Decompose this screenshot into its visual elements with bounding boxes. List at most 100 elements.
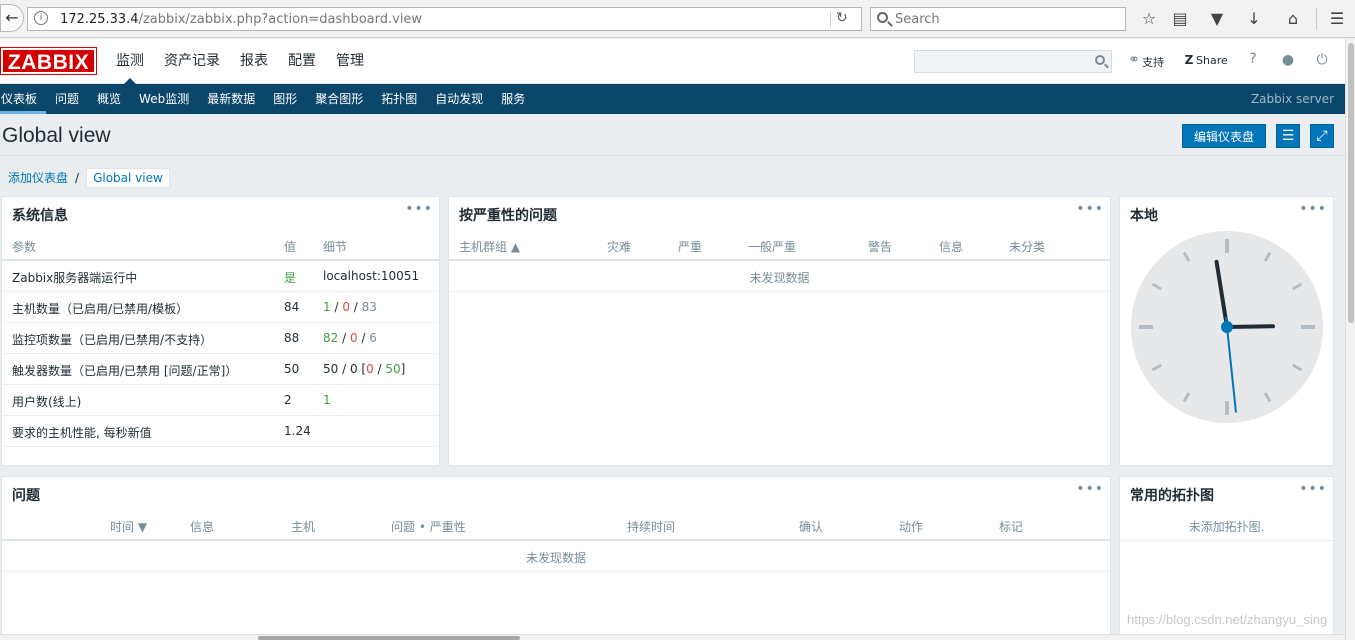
reload-icon[interactable]: ↻ (836, 10, 848, 26)
col-time[interactable]: 时间 ▼ (110, 518, 147, 535)
widget-menu-icon[interactable]: ••• (1299, 481, 1327, 497)
nav-administration[interactable]: 管理 (326, 39, 374, 84)
detail-cell: 1 (323, 393, 331, 407)
widget-menu-icon[interactable]: ••• (1076, 201, 1104, 217)
table-row: Zabbix服务器端运行中 是 localhost:10051 (2, 261, 439, 292)
table-row: 触发器数量（已启用/已禁用 [问题/正常]） 50 50 / 0 [0 / 50… (2, 354, 439, 385)
widget-menu-icon[interactable]: ••• (1299, 201, 1327, 217)
col-value: 值 (284, 240, 297, 254)
table-row: 监控项数量（已启用/已禁用/不支持） 88 82 / 0 / 6 (2, 323, 439, 354)
col-info: 信息 (190, 520, 215, 534)
star-icon[interactable]: ☆ (1138, 8, 1160, 30)
param-cell: 触发器数量（已启用/已禁用 [问题/正常]） (12, 364, 238, 378)
col-information: 信息 (939, 240, 964, 254)
edit-dashboard-button[interactable]: 编辑仪表盘 (1182, 124, 1266, 148)
subnav-maps[interactable]: 拓扑图 (372, 84, 426, 114)
scrollbar-thumb[interactable] (258, 636, 520, 640)
subnav-web[interactable]: Web监测 (130, 84, 198, 114)
param-cell: 监控项数量（已启用/已禁用/不支持） (12, 333, 213, 347)
widget-title: 本地 (1130, 208, 1158, 224)
col-host-group[interactable]: 主机群组 ▲ (459, 238, 520, 255)
col-average: 一般严重 (748, 240, 797, 254)
nav-inventory[interactable]: 资产记录 (154, 39, 230, 84)
nav-monitoring[interactable]: 监测 (106, 39, 154, 84)
subnav-latest-data[interactable]: 最新数据 (198, 84, 264, 114)
support-link[interactable]: 支持 (1142, 54, 1164, 70)
detail-cell: 1 / 0 / 83 (323, 300, 377, 314)
help-icon[interactable]: ? (1244, 51, 1262, 67)
subnav-discovery[interactable]: 自动发现 (426, 84, 492, 114)
reader-icon[interactable]: ▤ (1169, 8, 1191, 30)
col-details: 细节 (323, 240, 348, 254)
subnav-graphs[interactable]: 图形 (264, 84, 306, 114)
no-data-text: 未发现数据 (749, 271, 810, 285)
nav-configuration[interactable]: 配置 (278, 39, 326, 84)
breadcrumb-add-dashboard[interactable]: 添加仪表盘 (8, 169, 68, 186)
widget-menu-icon[interactable]: ••• (1076, 481, 1104, 497)
horizontal-scrollbar[interactable] (0, 634, 1345, 640)
home-icon[interactable]: ⌂ (1282, 8, 1304, 30)
col-problem-severity: 问题 • 严重性 (391, 520, 466, 534)
main-nav: 监测 资产记录 报表 配置 管理 (106, 39, 374, 84)
col-ack: 确认 (799, 520, 824, 534)
toolbar-divider (1316, 8, 1317, 30)
widget-menu-icon[interactable]: ••• (405, 201, 433, 217)
subnav-problems[interactable]: 问题 (46, 84, 88, 114)
detail-suffix: ] (400, 362, 406, 376)
enabled-count: 1 (323, 300, 331, 314)
browser-search-input[interactable]: Search (870, 7, 1126, 31)
detail-cell: localhost:10051 (323, 269, 420, 283)
vertical-scrollbar[interactable] (1345, 39, 1355, 640)
hour-hand (1225, 324, 1275, 329)
detail-cell: 50 / 0 [0 / 50] (323, 362, 406, 376)
unsupported-count: 6 (369, 331, 377, 345)
table-row: 主机数量（已启用/已禁用/模板） 84 1 / 0 / 83 (2, 292, 439, 323)
pocket-icon[interactable]: ▼ (1206, 8, 1228, 30)
nav-reports[interactable]: 报表 (230, 39, 278, 84)
col-host: 主机 (291, 520, 316, 534)
table-row: 未添加拓扑图. (1120, 509, 1333, 541)
subnav-overview[interactable]: 概览 (88, 84, 130, 114)
subnav-screens[interactable]: 聚合图形 (306, 84, 372, 114)
value-cell: 84 (284, 300, 300, 314)
subnav-dashboard[interactable]: 仪表板 (0, 84, 47, 114)
table-header: 主机群组 ▲ 灾难 严重 一般严重 警告 信息 未分类 (449, 229, 1110, 261)
col-not-classified: 未分类 (1009, 240, 1046, 254)
widget-title: 问题 (12, 488, 40, 504)
zabbix-header: ZABBIX 监测 资产记录 报表 配置 管理 ⚭ 支持 Z Share ? ●… (0, 39, 1345, 84)
menu-icon[interactable]: ☰ (1326, 8, 1348, 30)
global-search-input[interactable] (914, 50, 1112, 73)
disabled-count: 0 (349, 331, 358, 345)
share-link[interactable]: Share (1196, 54, 1228, 67)
scrollbar-thumb[interactable] (1348, 43, 1354, 323)
param-cell: 主机数量（已启用/已禁用/模板） (12, 302, 189, 316)
fullscreen-icon: ⤢ (1316, 128, 1328, 144)
url-bar[interactable]: i 172.25.33.4/zabbix/zabbix.php?action=d… (27, 7, 862, 31)
param-cell: Zabbix服务器端运行中 (12, 271, 138, 285)
headset-icon[interactable]: ⚭ (1125, 52, 1143, 68)
value-cell: 1.24 (284, 424, 311, 438)
browser-toolbar: ← i 172.25.33.4/zabbix/zabbix.php?action… (0, 0, 1355, 38)
col-duration: 持续时间 (627, 520, 676, 534)
zabbix-logo[interactable]: ZABBIX (0, 47, 97, 75)
problem-count: 0 (366, 362, 374, 376)
col-tags: 标记 (999, 520, 1024, 534)
breadcrumb-separator: / (75, 170, 80, 185)
ok-count: 50 (385, 362, 401, 376)
search-icon[interactable] (1095, 55, 1105, 65)
user-profile-icon[interactable]: ● (1279, 52, 1297, 68)
value-cell: 88 (284, 331, 300, 345)
dashboard-list-button[interactable]: ☰ (1276, 124, 1300, 148)
info-icon[interactable]: i (34, 11, 48, 25)
subnav-services[interactable]: 服务 (492, 84, 534, 114)
col-warning: 警告 (868, 240, 893, 254)
download-icon[interactable]: ↓ (1243, 8, 1265, 30)
value-cell: 是 (284, 271, 297, 285)
back-icon[interactable]: ← (0, 4, 24, 32)
fullscreen-button[interactable]: ⤢ (1310, 124, 1334, 148)
clock-widget: 本地 ••• (1119, 196, 1334, 466)
signout-icon[interactable]: ⏻ (1313, 52, 1331, 68)
url-divider (830, 11, 831, 27)
breadcrumb-current[interactable]: Global view (86, 167, 170, 188)
widget-title: 系统信息 (12, 208, 68, 224)
